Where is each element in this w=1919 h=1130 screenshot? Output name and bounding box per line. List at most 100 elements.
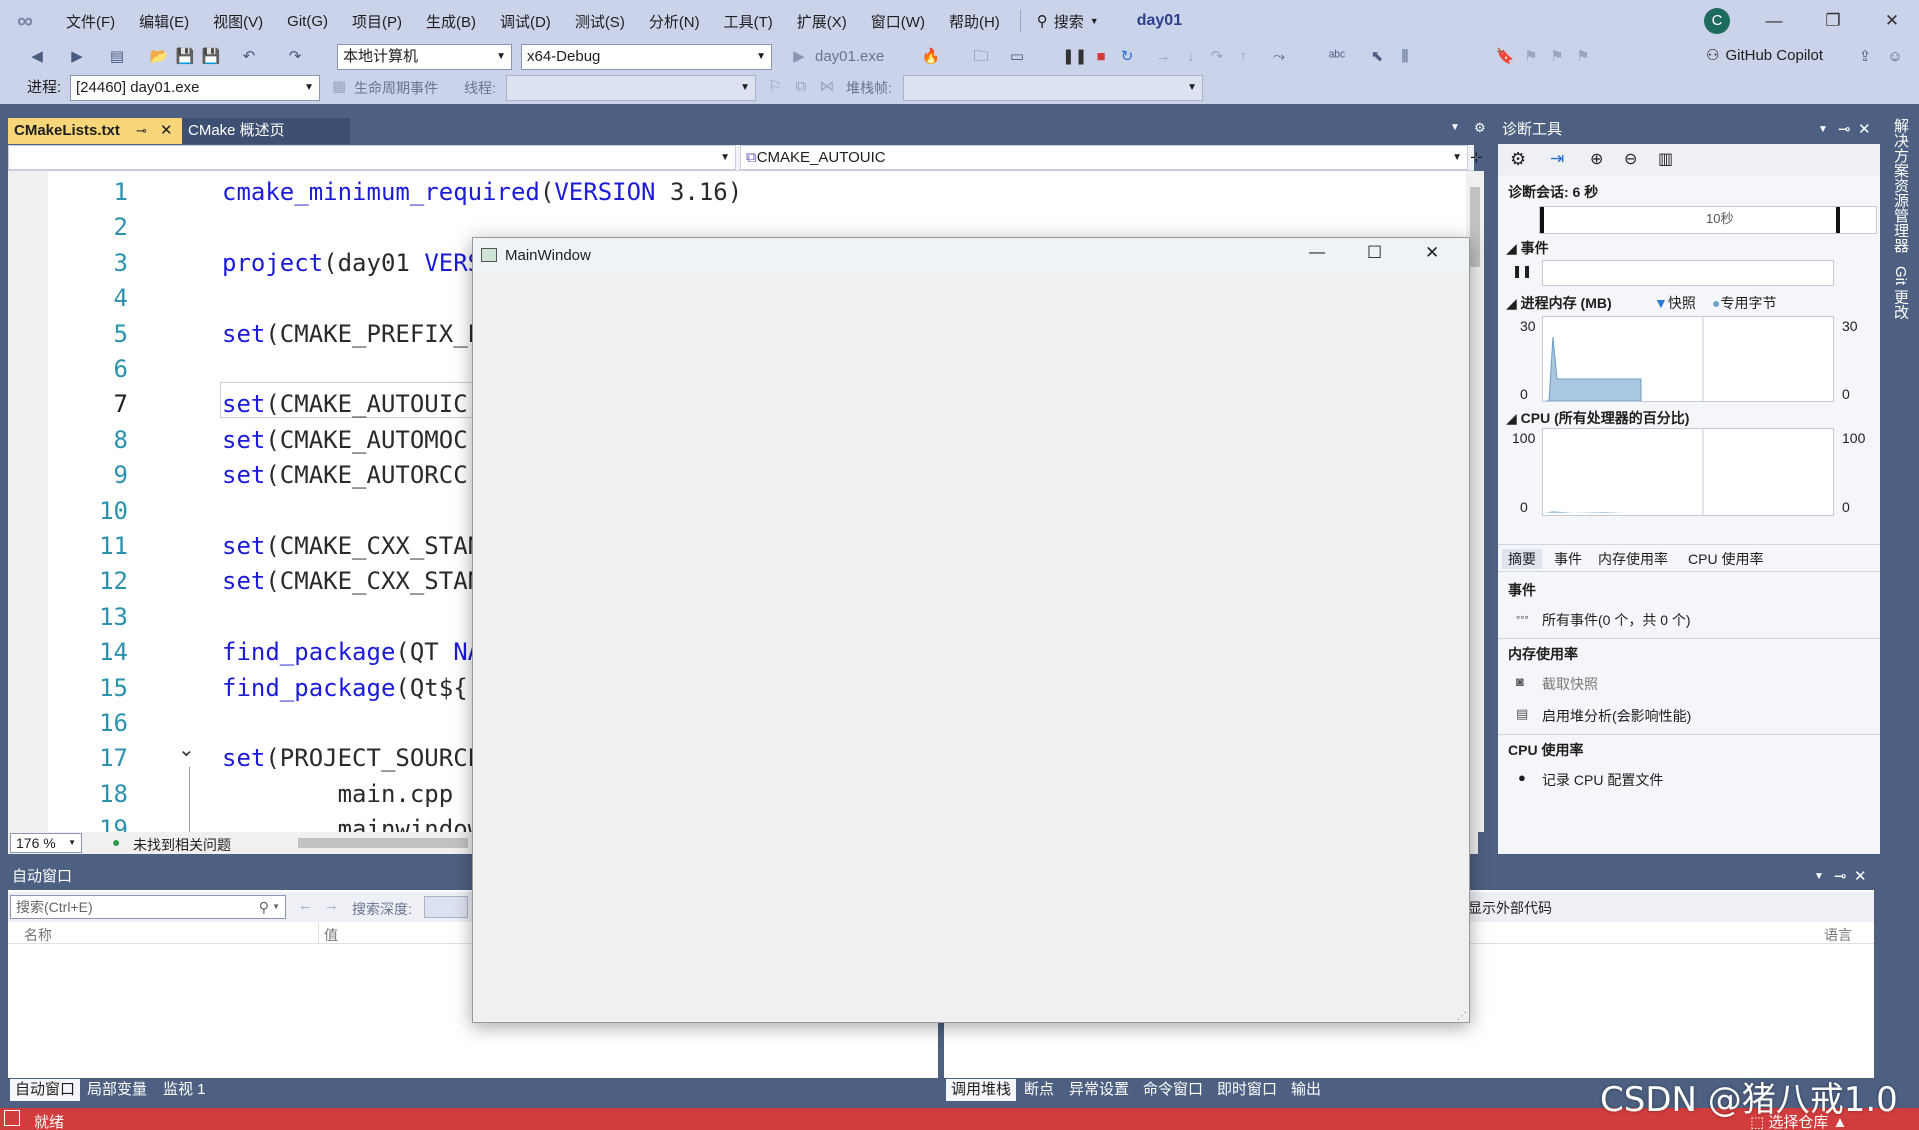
menu-view[interactable]: 视图(V) [201, 11, 275, 32]
bookmark-icon[interactable]: 🔖 [1494, 46, 1516, 68]
col-name[interactable]: 名称 [24, 925, 52, 945]
clear-bookmarks-icon[interactable]: ⚑ [1572, 46, 1594, 68]
tab-call-stack[interactable]: 调用堆栈 [946, 1079, 1017, 1101]
diagnostics-icon[interactable]: ⤳ [1268, 46, 1290, 68]
app-main-window[interactable]: MainWindow — ☐ ✕ ⋰ [472, 237, 1470, 1023]
tab-watch-1[interactable]: 监视 1 [158, 1079, 211, 1101]
redo-icon[interactable]: ↷ [284, 46, 306, 68]
zoom-in-icon[interactable]: ⊕ [1590, 149, 1603, 169]
close-icon[interactable]: ✕ [1858, 116, 1871, 144]
save-icon[interactable]: 💾 [174, 46, 196, 68]
target-machine-select[interactable]: 本地计算机 ▼ [337, 44, 512, 70]
tab-cmakelists[interactable]: CMakeLists.txt ⊸ ✕ [8, 118, 183, 144]
tab-list-chevron-icon[interactable]: ▼ [1450, 122, 1460, 133]
show-next-statement-icon[interactable]: → [1152, 46, 1174, 68]
menu-analyze[interactable]: 分析(N) [637, 11, 712, 32]
stop-icon[interactable]: ■ [1090, 46, 1112, 68]
nav-member-select[interactable]: ⧉CMAKE_AUTOUIC ▼ [740, 145, 1468, 170]
cpu-graph[interactable] [1542, 428, 1834, 516]
tab-summary[interactable]: 摘要 [1502, 549, 1542, 569]
col-language[interactable]: 语言 [1824, 925, 1852, 945]
record-cpu-link[interactable]: 记录 CPU 配置文件 [1542, 770, 1663, 790]
back-icon[interactable]: ◀ [26, 46, 48, 68]
zoom-select[interactable]: 176 % ▼ [10, 833, 82, 853]
search-depth-select[interactable] [424, 896, 468, 918]
undo-icon[interactable]: ↶ [238, 46, 260, 68]
menu-edit[interactable]: 编辑(E) [127, 11, 201, 32]
git-changes-tab[interactable]: Git 更改 [1890, 266, 1911, 319]
memory-graph[interactable] [1542, 316, 1834, 402]
menu-debug[interactable]: 调试(D) [488, 11, 563, 32]
tab-memory-usage[interactable]: 内存使用率 [1598, 549, 1668, 569]
tab-autos[interactable]: 自动窗口 [10, 1079, 81, 1101]
app-close-button[interactable]: ✕ [1425, 243, 1439, 263]
nav-scope-select[interactable]: ▼ [8, 145, 736, 170]
menu-build[interactable]: 生成(B) [414, 11, 488, 32]
menu-git[interactable]: Git(G) [275, 13, 340, 30]
tab-cmake-overview[interactable]: CMake 概述页 [182, 118, 350, 144]
save-all-icon[interactable]: 💾 [200, 46, 222, 68]
code-line[interactable]: 1 cmake_minimum_required(VERSION 3.16) [8, 175, 1458, 210]
new-item-icon[interactable]: ▤ [106, 46, 128, 68]
chart-icon[interactable]: ▥ [1658, 149, 1673, 169]
settings-gear-icon[interactable]: ⚙ [1510, 149, 1526, 170]
lifecycle-events-button[interactable]: 生命周期事件 [354, 77, 438, 99]
share-icon[interactable]: ⇪ [1854, 46, 1876, 68]
autos-search-input[interactable]: 搜索(Ctrl+E) ⚲ ▼ [10, 895, 286, 919]
zoom-out-icon[interactable]: ⊖ [1624, 149, 1637, 169]
menu-help[interactable]: 帮助(H) [937, 11, 1012, 32]
tab-output[interactable]: 输出 [1286, 1079, 1326, 1101]
select-icon[interactable]: ⬉ [1366, 46, 1388, 68]
account-avatar[interactable]: C [1704, 8, 1730, 34]
split-editor-icon[interactable]: ⊹ [1470, 148, 1483, 166]
next-bookmark-icon[interactable]: ⚑ [1546, 46, 1568, 68]
all-events-link[interactable]: 所有事件(0 个，共 0 个) [1542, 610, 1691, 630]
configuration-select[interactable]: x64-Debug ▼ [521, 44, 772, 70]
hot-reload-icon[interactable]: 🔥 [920, 46, 942, 68]
open-file-icon[interactable]: 📂 [148, 46, 170, 68]
minimize-button[interactable]: — [1754, 8, 1794, 34]
filter-threads-icon[interactable]: ⧉ [790, 76, 812, 98]
thread-icon[interactable]: ⫼ [1394, 46, 1416, 68]
app-minimize-button[interactable]: — [1309, 244, 1325, 262]
pin-icon[interactable]: ⊸ [1838, 116, 1851, 144]
pin-icon[interactable]: ⊸ [1834, 864, 1847, 890]
tab-events[interactable]: 事件 [1554, 549, 1582, 569]
take-snapshot-button[interactable]: 截取快照 [1542, 674, 1598, 694]
search-button[interactable]: ⚲ 搜索 ▼ [1029, 11, 1107, 32]
menu-file[interactable]: 文件(F) [54, 11, 127, 32]
visual-studio-logo-icon[interactable]: ∞ [12, 8, 38, 34]
layout-icon[interactable]: ▭ [1006, 46, 1028, 68]
app-title-bar[interactable]: MainWindow — ☐ ✕ [473, 238, 1469, 274]
forward-icon[interactable]: ▶ [66, 46, 88, 68]
menu-window[interactable]: 窗口(W) [859, 11, 937, 32]
tab-immediate-window[interactable]: 即时窗口 [1212, 1079, 1282, 1101]
step-out-icon[interactable]: ↑ [1232, 46, 1254, 68]
app-maximize-button[interactable]: ☐ [1367, 243, 1382, 263]
cpu-section[interactable]: ◢ CPU (所有处理器的百分比) [1506, 408, 1689, 428]
timeline-ruler[interactable]: 10秒 [1539, 206, 1877, 234]
show-external-code-toggle[interactable]: 显示外部代码 [1468, 898, 1552, 918]
chevron-down-icon[interactable]: ▼ [1814, 864, 1824, 890]
stackframe-select[interactable]: ▼ [903, 75, 1203, 101]
heap-analysis-link[interactable]: 启用堆分析(会影响性能) [1542, 706, 1691, 726]
memory-section[interactable]: ◢ 进程内存 (MB) [1506, 293, 1612, 313]
show-threads-icon[interactable]: ⋈ [816, 76, 838, 98]
solution-explorer-tab[interactable]: 解决方案资源管理器 [1890, 118, 1911, 253]
spellcheck-icon[interactable]: ᵃᵇᶜ [1326, 46, 1348, 68]
horizontal-scroll-thumb[interactable] [298, 838, 468, 848]
tab-locals[interactable]: 局部变量 [82, 1079, 152, 1101]
step-into-icon[interactable]: ↓ [1180, 46, 1202, 68]
startup-item-label[interactable]: day01.exe [815, 46, 884, 68]
search-forward-icon[interactable]: → [324, 897, 339, 914]
issues-status[interactable]: 未找到相关问题 [133, 835, 231, 855]
chevron-down-icon[interactable]: ▼ [1818, 116, 1828, 144]
prev-bookmark-icon[interactable]: ⚑ [1520, 46, 1542, 68]
restore-button[interactable]: ❐ [1813, 8, 1853, 34]
search-back-icon[interactable]: ← [298, 897, 313, 914]
open-folder-icon[interactable]: 🗀 [970, 46, 992, 68]
step-over-icon[interactable]: ↷ [1206, 46, 1228, 68]
feedback-icon[interactable]: ☺ [1884, 46, 1906, 68]
close-button[interactable]: ✕ [1872, 8, 1912, 34]
play-icon[interactable]: ▶ [788, 46, 810, 68]
